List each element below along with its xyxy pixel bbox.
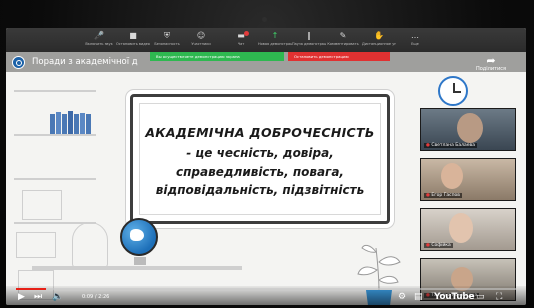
share-label: Поділитися bbox=[475, 66, 506, 72]
more-button[interactable]: … Еще bbox=[398, 31, 432, 49]
storage-box bbox=[22, 190, 62, 220]
chat-button[interactable]: ▬ Чат bbox=[224, 31, 258, 49]
participant-video bbox=[441, 163, 463, 189]
participant-name-text: Светлана Балаева bbox=[431, 143, 475, 148]
book bbox=[74, 114, 79, 134]
participant-tile[interactable]: ● Софійка bbox=[420, 208, 516, 251]
progress-bar[interactable] bbox=[16, 288, 516, 290]
share-arrow-icon: ➦ bbox=[486, 54, 496, 67]
shelf bbox=[14, 178, 96, 180]
security-label: Безопасность bbox=[154, 42, 180, 46]
annotate-label: Комментировать bbox=[327, 42, 359, 46]
banner-drag-handle[interactable] bbox=[278, 52, 284, 61]
book bbox=[62, 114, 67, 134]
book bbox=[80, 113, 85, 134]
book bbox=[56, 112, 61, 134]
participant-tile[interactable]: ● Светлана Балаева bbox=[420, 108, 516, 151]
shelf bbox=[14, 134, 96, 136]
video-title[interactable]: Поради з академічної д bbox=[32, 57, 152, 67]
globe-stand bbox=[134, 257, 146, 265]
sharing-status: Вы осуществляете демонстрацию экрана bbox=[150, 52, 278, 61]
progress-fill bbox=[16, 288, 46, 290]
book bbox=[68, 111, 73, 134]
participants-panel: ● Светлана Балаева ● Егор Гаспов ● Софій… bbox=[420, 78, 516, 305]
playback-time: 0:09 / 2:26 bbox=[82, 294, 110, 300]
subtitles-icon[interactable]: ▤ bbox=[414, 292, 423, 302]
participants-label: Участники bbox=[191, 42, 211, 46]
zoom-toolbar: 🎤 Включить звук ■ Остановить видео ⛨ Без… bbox=[6, 28, 526, 52]
share-screen-icon: ↑ bbox=[271, 31, 279, 40]
participant-tile[interactable]: ● Егор Гаспов bbox=[420, 158, 516, 201]
board-text-line: справедливість, повага, bbox=[176, 165, 344, 179]
blackboard: АКАДЕМІЧНА ДОБРОЧЕСНІСТЬ - це чесність, … bbox=[130, 94, 390, 224]
more-label: Еще bbox=[411, 42, 419, 46]
stop-video-label: Остановить видео bbox=[116, 42, 150, 46]
board-text-line: відповідальність, підзвітність bbox=[155, 183, 365, 197]
participant-name: ● Светлана Балаева bbox=[424, 143, 477, 148]
channel-logo-icon[interactable] bbox=[12, 56, 25, 69]
book bbox=[86, 114, 91, 134]
cabinet bbox=[16, 232, 56, 258]
board-heading: АКАДЕМІЧНА ДОБРОЧЕСНІСТЬ bbox=[145, 125, 375, 140]
chat-badge bbox=[244, 31, 249, 36]
screen: 🎤 Включить звук ■ Остановить видео ⛨ Без… bbox=[6, 28, 526, 305]
webcam bbox=[262, 17, 267, 22]
shelf bbox=[14, 90, 96, 92]
new-share-button[interactable]: ↑ Новая демонстрация bbox=[258, 31, 292, 49]
screen-share-banner: Вы осуществляете демонстрацию экрана Ост… bbox=[150, 52, 390, 61]
unmute-label: Включить звук bbox=[85, 42, 113, 46]
stop-share-button[interactable]: Остановить демонстрацию bbox=[288, 52, 390, 61]
board-text-line: - це чесність, довіра, bbox=[186, 146, 334, 160]
settings-gear-icon[interactable]: ⚙ bbox=[398, 292, 406, 302]
volume-icon[interactable]: 🔈 bbox=[52, 292, 63, 302]
participant-video bbox=[449, 213, 473, 243]
pause-icon: ‖ bbox=[307, 31, 311, 40]
unmute-button[interactable]: 🎤 Включить звук bbox=[82, 31, 116, 49]
chair bbox=[72, 222, 108, 268]
globe-land bbox=[130, 229, 144, 241]
chat-icon: ▬ bbox=[237, 31, 245, 40]
video-camera-icon: ■ bbox=[129, 31, 137, 40]
desk bbox=[32, 266, 242, 270]
annotate-button[interactable]: ✎ Комментировать bbox=[326, 31, 360, 49]
plant-illustration bbox=[357, 244, 401, 292]
new-share-label: Новая демонстрация bbox=[258, 42, 292, 46]
remote-control-label: Дистанционное управление bbox=[362, 42, 396, 46]
annotate-icon: ✎ bbox=[339, 31, 347, 40]
youtube-player-controls: ▶ ⏭ 🔈 0:09 / 2:26 ⚙ ▤ YouTube ▭ ⛶ bbox=[6, 286, 526, 305]
remote-control-button[interactable]: ✋ Дистанционное управление bbox=[362, 31, 396, 49]
more-icon: … bbox=[411, 31, 419, 40]
participant-name-text: Егор Гаспов bbox=[431, 193, 460, 198]
chat-label: Чат bbox=[237, 42, 245, 46]
remote-control-icon: ✋ bbox=[374, 31, 384, 40]
book bbox=[50, 114, 55, 134]
participant-video bbox=[457, 113, 483, 143]
participant-name-text: Софійка bbox=[431, 243, 451, 248]
participants-icon: ☺ bbox=[196, 31, 206, 40]
share-button[interactable]: ➦ Поділитися bbox=[476, 55, 506, 72]
fullscreen-icon[interactable]: ⛶ bbox=[496, 292, 502, 302]
cast-icon[interactable]: ▭ bbox=[476, 292, 485, 302]
participant-name: ● Егор Гаспов bbox=[424, 193, 462, 198]
globe-illustration bbox=[120, 218, 158, 256]
youtube-logo[interactable]: YouTube bbox=[434, 292, 475, 302]
microphone-icon: 🎤 bbox=[94, 31, 104, 40]
shield-icon: ⛨ bbox=[164, 31, 170, 40]
next-button[interactable]: ⏭ bbox=[34, 292, 42, 302]
photo-of-laptop-screen: 🎤 Включить звук ■ Остановить видео ⛨ Без… bbox=[0, 0, 534, 308]
participants-button[interactable]: ☺ Участники bbox=[184, 31, 218, 49]
pause-share-label: Пауза демонстрации bbox=[292, 42, 326, 46]
play-button[interactable]: ▶ bbox=[18, 292, 25, 302]
participant-name: ● Софійка bbox=[424, 243, 453, 248]
pause-share-button[interactable]: ‖ Пауза демонстрации bbox=[292, 31, 326, 49]
stop-video-button[interactable]: ■ Остановить видео bbox=[116, 31, 150, 49]
security-button[interactable]: ⛨ Безопасность bbox=[150, 31, 184, 49]
